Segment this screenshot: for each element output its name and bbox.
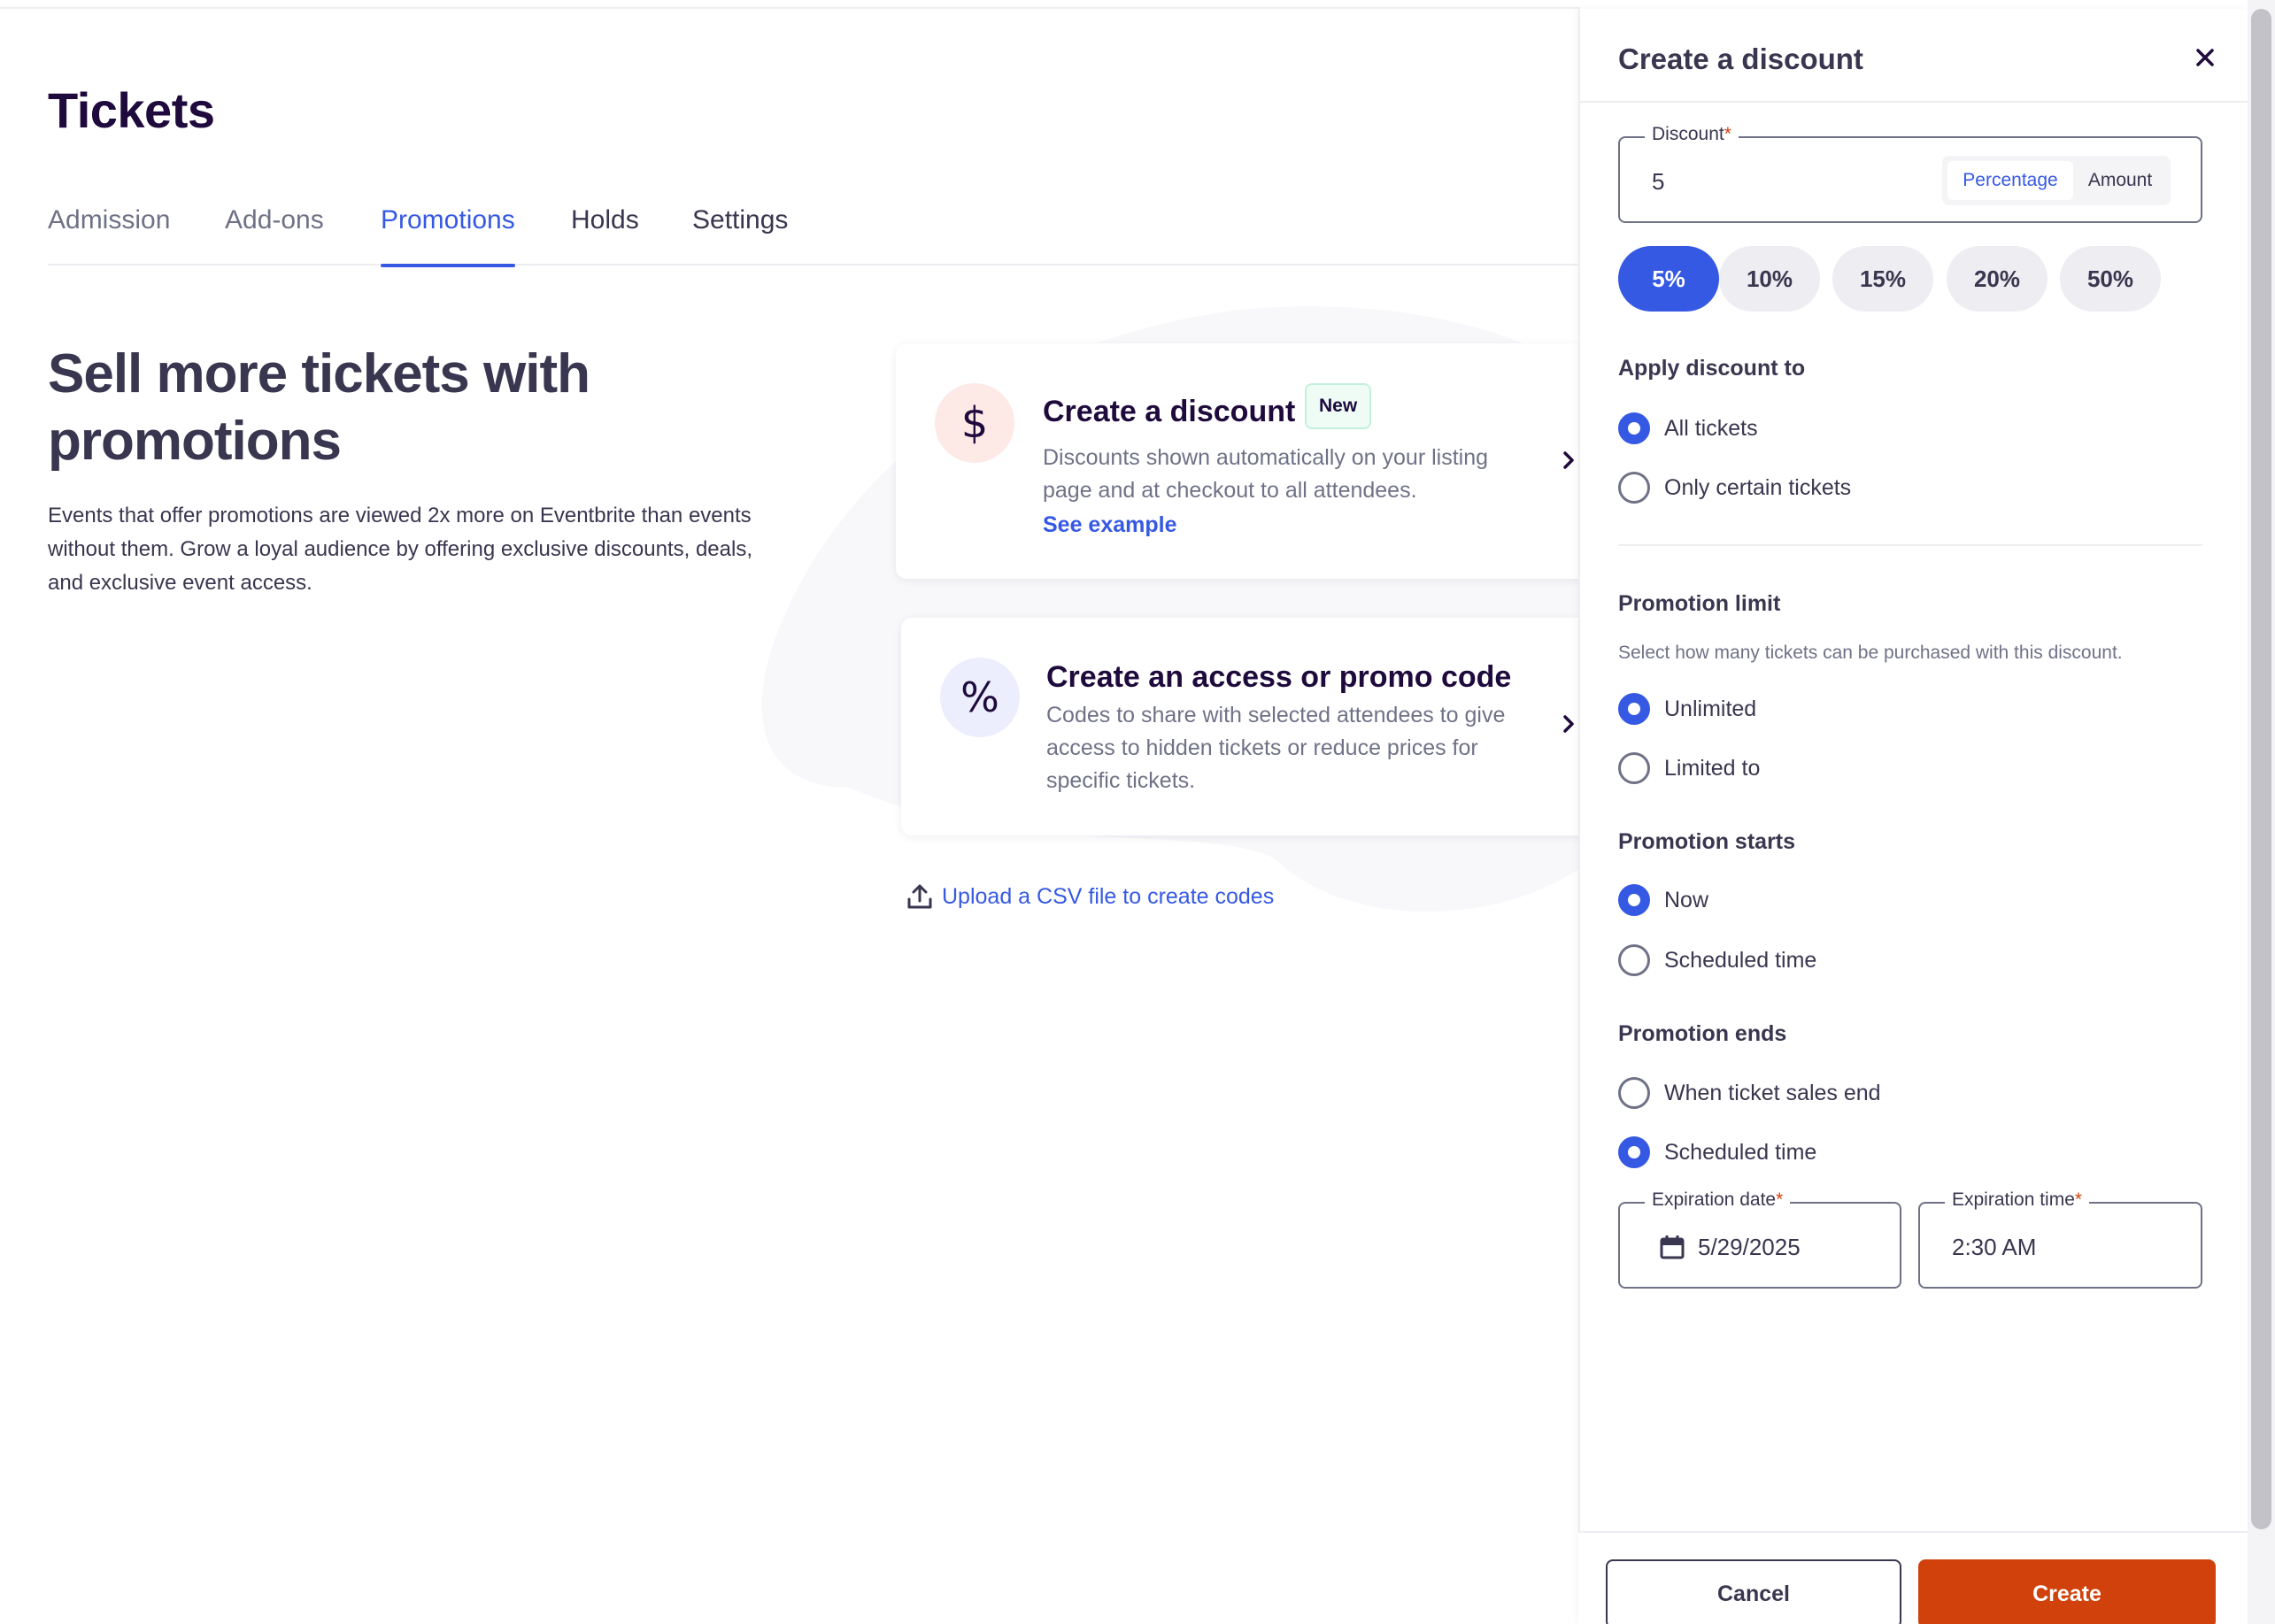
scrollbar-thumb[interactable] bbox=[2251, 9, 2271, 1529]
radio-start-scheduled[interactable]: Scheduled time bbox=[1618, 944, 1816, 976]
hero-description: Events that offer promotions are viewed … bbox=[48, 504, 752, 595]
radio-label: Limited to bbox=[1664, 755, 1761, 781]
radio-end-sales-end[interactable]: When ticket sales end bbox=[1618, 1077, 1881, 1109]
panel-header-divider bbox=[1578, 101, 2248, 103]
quick-value-10[interactable]: 10% bbox=[1719, 246, 1820, 312]
create-button[interactable]: Create bbox=[1918, 1559, 2216, 1624]
radio-button[interactable] bbox=[1618, 752, 1650, 784]
tab-bar: Admission Add-ons Promotions Holds Setti… bbox=[48, 205, 1580, 267]
expiration-time-label: Expiration time* bbox=[1945, 1189, 2090, 1211]
radio-all-tickets[interactable]: All tickets bbox=[1618, 412, 1758, 444]
apply-to-heading: Apply discount to bbox=[1618, 356, 1806, 381]
radio-label: All tickets bbox=[1664, 415, 1758, 441]
discount-field-label: Discount* bbox=[1645, 124, 1739, 145]
radio-button[interactable] bbox=[1618, 693, 1650, 725]
chevron-right-icon bbox=[1563, 715, 1574, 733]
expiration-time-field[interactable]: Expiration time* 2:30 AM bbox=[1918, 1189, 2202, 1289]
radio-button[interactable] bbox=[1618, 884, 1650, 916]
card-title: Create a discount bbox=[1043, 395, 1296, 428]
card-description: Discounts shown automatically on your li… bbox=[1043, 445, 1489, 503]
svg-text:%: % bbox=[960, 673, 999, 721]
radio-certain-tickets[interactable]: Only certain tickets bbox=[1618, 472, 1851, 504]
radio-label: Unlimited bbox=[1664, 696, 1757, 721]
radio-button[interactable] bbox=[1618, 1077, 1650, 1109]
percentage-option[interactable]: Percentage bbox=[1947, 161, 2073, 200]
expiration-date-label: Expiration date* bbox=[1645, 1189, 1791, 1211]
dollar-icon: $ bbox=[935, 383, 1014, 463]
quick-value-5[interactable]: 5% bbox=[1618, 246, 1719, 312]
promotion-ends-heading: Promotion ends bbox=[1618, 1021, 1787, 1046]
see-example-link[interactable]: See example bbox=[1043, 509, 1177, 542]
amount-option[interactable]: Amount bbox=[2075, 161, 2165, 200]
new-badge: New bbox=[1305, 383, 1372, 429]
panel-title: Create a discount bbox=[1618, 42, 1863, 75]
expiration-time-value[interactable]: 2:30 AM bbox=[1952, 1234, 2036, 1261]
quick-value-20[interactable]: 20% bbox=[1947, 246, 2048, 312]
discount-type-toggle: Percentage Amount bbox=[1942, 156, 2171, 205]
top-divider bbox=[0, 7, 1580, 9]
chevron-right-icon bbox=[1563, 451, 1574, 469]
cancel-button[interactable]: Cancel bbox=[1606, 1559, 1901, 1624]
expiration-date-field[interactable]: Expiration date* 5/29/2025 bbox=[1618, 1189, 1901, 1289]
promotion-limit-subtext: Select how many tickets can be purchased… bbox=[1618, 643, 2123, 663]
promotion-limit-heading: Promotion limit bbox=[1618, 591, 1781, 616]
radio-button[interactable] bbox=[1618, 412, 1650, 444]
tab-add-ons[interactable]: Add-ons bbox=[225, 205, 324, 266]
discount-value[interactable]: 5 bbox=[1652, 168, 1664, 196]
hero-title: Sell more tickets with promotions bbox=[48, 343, 590, 472]
radio-label: When ticket sales end bbox=[1664, 1080, 1881, 1105]
radio-start-now[interactable]: Now bbox=[1618, 884, 1708, 916]
quick-value-50[interactable]: 50% bbox=[2060, 246, 2161, 312]
create-discount-card[interactable]: $ Create a discount New Discounts shown … bbox=[896, 343, 1595, 579]
quick-value-15[interactable]: 15% bbox=[1832, 246, 1933, 312]
card-description: Codes to share with selected attendees t… bbox=[1046, 703, 1506, 793]
close-icon[interactable] bbox=[2192, 44, 2218, 71]
card-title: Create an access or promo code bbox=[1046, 660, 1512, 694]
promotion-starts-heading: Promotion starts bbox=[1618, 829, 1796, 854]
radio-button[interactable] bbox=[1618, 1136, 1650, 1168]
radio-end-scheduled[interactable]: Scheduled time bbox=[1618, 1136, 1816, 1168]
radio-label: Scheduled time bbox=[1664, 1139, 1817, 1165]
radio-button[interactable] bbox=[1618, 944, 1650, 976]
expiration-date-value[interactable]: 5/29/2025 bbox=[1698, 1234, 1801, 1261]
percent-icon: % bbox=[940, 658, 1020, 737]
radio-limited-to[interactable]: Limited to bbox=[1618, 752, 1760, 784]
page-title: Tickets bbox=[48, 82, 215, 138]
radio-label: Only certain tickets bbox=[1664, 474, 1852, 500]
tab-holds[interactable]: Holds bbox=[571, 205, 639, 266]
radio-unlimited[interactable]: Unlimited bbox=[1618, 693, 1756, 725]
upload-icon bbox=[907, 884, 932, 909]
tab-admission[interactable]: Admission bbox=[48, 205, 170, 266]
radio-label: Scheduled time bbox=[1664, 947, 1817, 973]
create-promo-code-card[interactable]: % Create an access or promo code Codes t… bbox=[901, 618, 1595, 835]
tab-promotions[interactable]: Promotions bbox=[381, 205, 515, 267]
svg-text:$: $ bbox=[961, 398, 989, 448]
upload-csv-link[interactable]: Upload a CSV file to create codes bbox=[905, 881, 1274, 912]
calendar-icon bbox=[1660, 1235, 1685, 1259]
section-divider bbox=[1618, 544, 2202, 546]
upload-csv-label: Upload a CSV file to create codes bbox=[942, 883, 1275, 909]
tab-settings[interactable]: Settings bbox=[692, 205, 788, 266]
radio-label: Now bbox=[1664, 887, 1709, 912]
radio-button[interactable] bbox=[1618, 472, 1650, 504]
